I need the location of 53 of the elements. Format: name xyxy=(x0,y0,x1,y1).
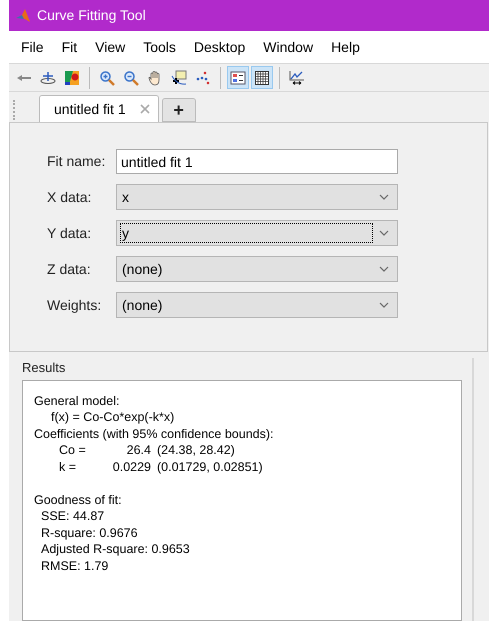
chevron-down-icon xyxy=(379,194,389,200)
menu-item[interactable]: Window xyxy=(254,36,322,58)
tab[interactable]: untitled fit 1 xyxy=(39,95,159,122)
field-label: Y data: xyxy=(47,224,92,242)
menu-item[interactable]: Help xyxy=(322,36,369,58)
fit-statistic: Adjusted R-square: 0.9653 xyxy=(40,541,191,558)
scatter-points-icon xyxy=(195,70,211,86)
results-line: Goodness of fit: xyxy=(34,492,123,508)
results-line: Coefficients (with 95% confidence bounds): xyxy=(34,426,274,442)
zoom-out-icon xyxy=(123,70,139,86)
menu-item[interactable]: Desktop xyxy=(184,36,254,58)
field-label: X data: xyxy=(47,188,92,206)
dropdown[interactable]: (none) xyxy=(116,292,398,318)
new-tab-button[interactable]: + xyxy=(162,98,196,122)
grip-icon xyxy=(13,100,16,120)
data-cursor-icon xyxy=(171,70,187,86)
legend-icon xyxy=(230,70,246,86)
menu-item[interactable]: File xyxy=(12,36,53,58)
chevron-down-icon xyxy=(379,302,389,308)
confidence-bounds: (0.01729, 0.02851) xyxy=(156,458,263,475)
fit-statistic: RMSE: 1.79 xyxy=(40,558,110,574)
confidence-bounds: (24.38, 28.42) xyxy=(156,442,235,458)
legend-button[interactable] xyxy=(227,66,249,89)
fit-statistic: SSE: 44.87 xyxy=(40,508,106,524)
chevron-down-icon xyxy=(379,230,389,236)
coefficient-name: Co = xyxy=(59,442,87,458)
dropdown[interactable]: y xyxy=(116,220,398,246)
coefficient-name: k = xyxy=(59,458,78,475)
axes-icon xyxy=(40,70,56,86)
colormap-icon xyxy=(64,70,80,86)
fit-statistic: R-square: 0.9676 xyxy=(40,524,139,541)
menu-item[interactable]: Fit xyxy=(52,36,86,58)
model-formula: f(x) = Co-Co*exp(-k*x) xyxy=(50,409,176,426)
grid-icon xyxy=(254,70,270,86)
app-logo-icon xyxy=(15,8,31,24)
zoom-in-icon xyxy=(99,70,115,86)
field-label: Weights: xyxy=(47,296,102,315)
tab-label[interactable]: untitled fit 1 xyxy=(54,98,126,120)
residuals-plot-icon xyxy=(289,70,305,86)
results-line: General model: xyxy=(34,392,120,409)
menu-item[interactable]: Tools xyxy=(134,36,185,58)
fit-name-field[interactable]: untitled fit 1 xyxy=(116,149,398,174)
menu-item[interactable]: View xyxy=(86,36,134,58)
dropdown[interactable]: (none) xyxy=(116,256,398,282)
coefficient-value: 26.4 xyxy=(126,442,151,458)
results-title: Results xyxy=(22,359,66,377)
coefficient-value: 0.0229 xyxy=(112,458,151,475)
field-label: Z data: xyxy=(47,260,92,278)
dropdown[interactable]: x xyxy=(116,184,398,210)
chevron-down-icon xyxy=(379,266,389,272)
field-label: Fit name: xyxy=(47,152,106,171)
grid-button[interactable] xyxy=(251,66,273,89)
window-title: Curve Fitting Tool xyxy=(37,6,146,25)
